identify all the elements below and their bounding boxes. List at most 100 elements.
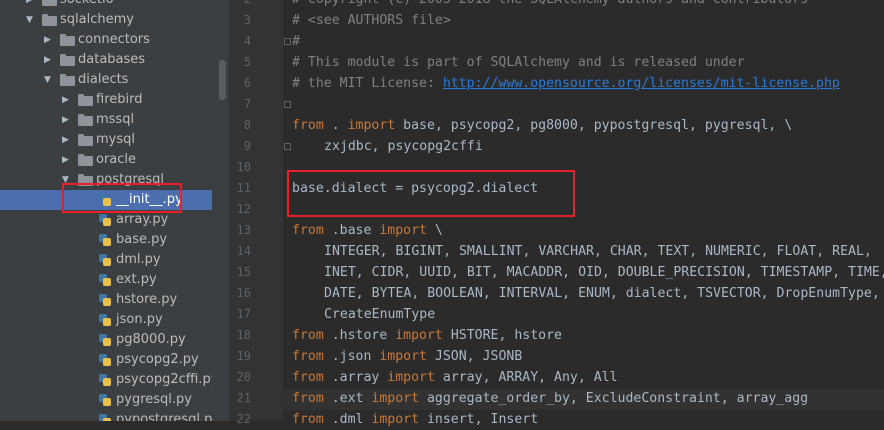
code-keyword: from — [292, 223, 324, 238]
code-line[interactable]: zxjdbc, psycopg2cffi — [324, 136, 483, 157]
tree-item-label: hstore.py — [116, 292, 178, 307]
tree-folder-item[interactable]: ▼ dialects — [0, 70, 212, 90]
code-line[interactable]: # Copyright (C) 2005-2018 the SQLAlchemy… — [292, 0, 808, 10]
tree-file-item[interactable]: pypostgresql.py — [0, 410, 212, 421]
code-link[interactable]: http://www.opensource.org/licenses/mit-l… — [443, 76, 840, 91]
highlight-box-init-file — [62, 183, 182, 213]
tree-item-label: dialects — [78, 72, 129, 87]
tree-folder-item[interactable]: ▶ socketio — [0, 0, 212, 10]
line-number: 12 — [236, 202, 251, 216]
line-number: 14 — [236, 244, 251, 258]
expand-arrow-closed-icon[interactable]: ▶ — [62, 110, 69, 130]
folder-icon — [78, 114, 93, 126]
tree-folder-item[interactable]: ▶ mssql — [0, 110, 212, 130]
tree-item-label: connectors — [78, 32, 150, 47]
code-keyword: import — [347, 118, 396, 133]
code-keyword: from — [292, 391, 324, 406]
code-token: .json — [323, 349, 380, 364]
code-token: .array — [323, 370, 388, 385]
fold-marker-icon[interactable] — [284, 101, 291, 108]
code-keyword: from — [292, 370, 324, 385]
expand-arrow-closed-icon[interactable]: ▶ — [62, 150, 69, 170]
folder-icon — [42, 0, 57, 6]
code-line[interactable]: from .dml import insert, Insert — [292, 409, 538, 430]
tree-file-item[interactable]: psycopg2cffi.py — [0, 370, 212, 390]
tree-file-item[interactable]: base.py — [0, 230, 212, 250]
tree-folder-item[interactable]: ▶ oracle — [0, 150, 212, 170]
tree-file-item[interactable]: ext.py — [0, 270, 212, 290]
code-line[interactable]: # the MIT License: http://www.opensource… — [292, 73, 840, 94]
code-line[interactable]: from .hstore import HSTORE, hstore — [292, 325, 562, 346]
code-line[interactable]: # <see AUTHORS file> — [292, 10, 451, 31]
line-number: 22 — [236, 412, 251, 426]
code-token: array, ARRAY, Any, All — [434, 370, 618, 385]
code-line[interactable]: # This module is part of SQLAlchemy and … — [292, 52, 745, 73]
tree-file-item[interactable]: pg8000.py — [0, 330, 212, 350]
tree-item-label: sqlalchemy — [60, 12, 134, 27]
python-file-icon — [98, 273, 112, 287]
tree-folder-item[interactable]: ▶ databases — [0, 50, 212, 70]
tree-item-label: base.py — [116, 232, 168, 247]
code-token: HSTORE, hstore — [442, 328, 562, 343]
code-line[interactable]: from .base import \ — [292, 220, 443, 241]
expand-arrow-open-icon[interactable]: ▼ — [44, 70, 51, 90]
code-line[interactable]: CreateEnumType — [324, 304, 435, 325]
python-file-icon — [98, 293, 112, 307]
line-number: 13 — [236, 223, 251, 237]
folder-icon — [78, 154, 93, 166]
code-token: \ — [426, 223, 443, 238]
code-line[interactable]: from .array import array, ARRAY, Any, Al… — [292, 367, 618, 388]
line-number: 6 — [243, 76, 251, 90]
code-keyword: import — [387, 370, 435, 385]
tree-file-item[interactable]: array.py — [0, 210, 212, 230]
line-number: 2 — [229, 0, 251, 10]
code-line[interactable]: INTEGER, BIGINT, SMALLINT, VARCHAR, CHAR… — [324, 241, 872, 262]
tree-file-item[interactable]: hstore.py — [0, 290, 212, 310]
fold-marker-icon[interactable] — [284, 38, 291, 45]
python-file-icon — [98, 233, 112, 247]
tree-item-label: socketio — [60, 0, 114, 10]
code-line[interactable]: # — [292, 31, 300, 52]
folder-icon — [60, 54, 75, 66]
tree-folder-item[interactable]: ▶ connectors — [0, 30, 212, 50]
tree-folder-item[interactable]: ▼ sqlalchemy — [0, 10, 212, 30]
code-token: .dml — [323, 412, 372, 427]
code-line[interactable]: from .ext import aggregate_order_by, Exc… — [292, 388, 808, 409]
tree-file-item[interactable]: psycopg2.py — [0, 350, 212, 370]
code-keyword: import — [379, 349, 427, 364]
code-line[interactable]: from .json import JSON, JSONB — [292, 346, 522, 367]
expand-arrow-closed-icon[interactable]: ▶ — [62, 90, 69, 110]
tree-item-label: psycopg2.py — [116, 352, 199, 367]
fold-marker-icon[interactable] — [284, 143, 291, 150]
line-number: 8 — [243, 118, 251, 132]
tree-folder-item[interactable]: ▶ firebird — [0, 90, 212, 110]
tree-scrollbar-thumb[interactable] — [219, 60, 226, 100]
code-keyword: import — [395, 328, 443, 343]
python-file-icon — [98, 373, 112, 387]
line-number: 21 — [236, 391, 251, 405]
code-line[interactable]: from . import base, psycopg2, pg8000, py… — [292, 115, 792, 136]
expand-arrow-open-icon[interactable]: ▼ — [26, 10, 33, 30]
code-line[interactable]: DATE, BYTEA, BOOLEAN, INTERVAL, ENUM, di… — [324, 283, 880, 304]
tree-file-item[interactable]: pygresql.py — [0, 390, 212, 410]
highlight-box-dialect-line — [287, 170, 575, 217]
code-comment: # — [292, 34, 300, 49]
code-line[interactable]: INET, CIDR, UUID, BIT, MACADDR, OID, DOU… — [324, 262, 884, 283]
code-token: INTEGER, BIGINT, SMALLINT, VARCHAR, CHAR… — [324, 244, 872, 259]
expand-arrow-closed-icon[interactable]: ▶ — [62, 130, 69, 150]
expand-arrow-closed-icon[interactable]: ▶ — [26, 0, 33, 10]
line-number: 11 — [236, 181, 251, 195]
tree-item-label: ext.py — [116, 272, 157, 287]
tree-item-label: psycopg2cffi.py — [116, 372, 212, 387]
tree-file-item[interactable]: dml.py — [0, 250, 212, 270]
tree-folder-item[interactable]: ▶ mysql — [0, 130, 212, 150]
python-file-icon — [98, 313, 112, 327]
tree-item-label: pypostgresql.py — [116, 412, 212, 421]
expand-arrow-closed-icon[interactable]: ▶ — [44, 50, 51, 70]
tree-file-item[interactable]: json.py — [0, 310, 212, 330]
expand-arrow-closed-icon[interactable]: ▶ — [44, 30, 51, 50]
code-token: INET, CIDR, UUID, BIT, MACADDR, OID, DOU… — [324, 265, 884, 280]
code-keyword: from — [292, 349, 324, 364]
code-comment: # <see AUTHORS file> — [292, 13, 451, 28]
line-number: 3 — [243, 13, 251, 27]
